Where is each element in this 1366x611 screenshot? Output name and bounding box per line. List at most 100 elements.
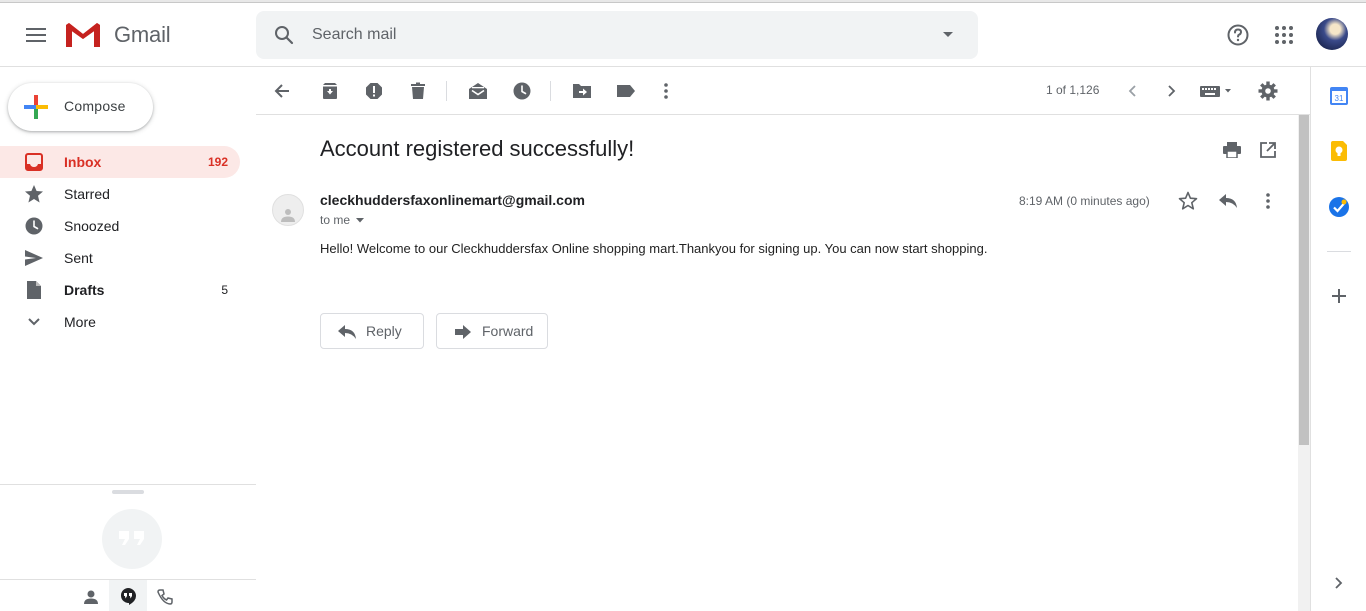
- app-name: Gmail: [114, 22, 171, 47]
- archive-button[interactable]: [314, 75, 346, 107]
- forward-icon: [453, 323, 473, 341]
- more-vert-icon: [1266, 193, 1270, 209]
- sidebar-item-label: Inbox: [64, 154, 102, 170]
- draft-icon: [24, 280, 44, 300]
- main-menu-button[interactable]: [16, 15, 56, 55]
- scrollbar[interactable]: [1298, 115, 1310, 611]
- tasks-addon-button[interactable]: [1329, 197, 1349, 217]
- more-actions-button[interactable]: [650, 75, 682, 107]
- search-input[interactable]: [312, 23, 912, 47]
- chevron-right-icon: [1168, 85, 1176, 97]
- recipient-details[interactable]: to me: [320, 213, 365, 227]
- sender-email[interactable]: cleckhuddersfaxonlinemart@gmail.com: [320, 192, 585, 208]
- chevron-down-icon: [24, 312, 44, 332]
- label-icon: [617, 85, 635, 97]
- sidebar-item-label: Drafts: [64, 282, 105, 298]
- reply-icon: [1219, 194, 1237, 208]
- scrollbar-thumb[interactable]: [1299, 115, 1309, 445]
- gmail-logo[interactable]: Gmail: [64, 19, 171, 51]
- search-icon[interactable]: [270, 21, 298, 49]
- sidebar-item-inbox[interactable]: Inbox 192: [0, 146, 240, 178]
- conversations-tab[interactable]: [109, 580, 147, 611]
- labels-button[interactable]: [610, 75, 642, 107]
- more-message-options-button[interactable]: [1256, 189, 1280, 213]
- print-icon: [1223, 142, 1241, 158]
- trash-icon: [411, 82, 425, 99]
- input-tools-button[interactable]: [1196, 75, 1236, 107]
- clock-icon: [24, 216, 44, 236]
- calendar-icon: 31: [1330, 87, 1348, 105]
- keep-bulb-icon: [1331, 141, 1347, 161]
- search-bar[interactable]: [256, 11, 978, 59]
- report-spam-icon: [366, 83, 382, 99]
- message-subject: Account registered successfully!: [320, 136, 635, 161]
- hangouts-panel: [0, 484, 256, 611]
- get-addons-button[interactable]: [1329, 286, 1349, 306]
- support-button[interactable]: [1218, 15, 1258, 55]
- gmail-m-icon: [66, 23, 100, 47]
- unread-count: 192: [207, 155, 228, 169]
- sidebar-item-starred[interactable]: Starred: [0, 178, 240, 210]
- inbox-icon: [24, 152, 44, 172]
- reply-label: Reply: [366, 323, 402, 339]
- compose-button[interactable]: Compose: [8, 83, 153, 131]
- sidebar-item-label: Sent: [64, 250, 93, 266]
- move-to-folder-icon: [573, 84, 591, 98]
- help-icon: [1227, 24, 1249, 46]
- archive-icon: [323, 83, 337, 99]
- newer-button[interactable]: [1116, 75, 1148, 107]
- person-icon: [84, 590, 98, 604]
- plus-icon: [24, 95, 48, 119]
- sidebar-item-snoozed[interactable]: Snoozed: [0, 210, 240, 242]
- message-timestamp: 8:19 AM (0 minutes ago): [1019, 194, 1150, 208]
- toolbar-divider: [550, 81, 551, 101]
- older-button[interactable]: [1156, 75, 1188, 107]
- contacts-tab[interactable]: [72, 580, 110, 611]
- print-button[interactable]: [1220, 138, 1244, 162]
- caret-down-icon: [356, 217, 365, 222]
- hangouts-chat-icon: [120, 588, 136, 605]
- forward-action-button[interactable]: Forward: [436, 313, 548, 349]
- report-spam-button[interactable]: [358, 75, 390, 107]
- recipient-label: to me: [320, 213, 351, 227]
- snooze-button[interactable]: [506, 75, 538, 107]
- sidebar-item-label: Snoozed: [64, 218, 120, 234]
- side-panel: 31: [1310, 67, 1366, 611]
- reply-button[interactable]: [1216, 189, 1240, 213]
- hide-side-panel-button[interactable]: [1329, 573, 1349, 593]
- account-avatar[interactable]: [1316, 18, 1348, 50]
- apps-button[interactable]: [1264, 15, 1304, 55]
- sidebar-nav: Inbox 192 Starred Snoozed Sent Drafts 5 …: [0, 146, 256, 338]
- reply-action-button[interactable]: Reply: [320, 313, 424, 349]
- delete-button[interactable]: [402, 75, 434, 107]
- hangouts-tabs: [0, 579, 256, 611]
- star-button[interactable]: [1176, 189, 1200, 213]
- tasks-check-icon: [1329, 197, 1349, 217]
- sidebar-item-drafts[interactable]: Drafts 5: [0, 274, 240, 306]
- message-body: Hello! Welcome to our Cleckhuddersfax On…: [320, 241, 988, 256]
- forward-label: Forward: [482, 323, 534, 339]
- hamburger-icon: [26, 28, 46, 42]
- mark-unread-icon: [469, 83, 487, 99]
- send-icon: [24, 248, 44, 268]
- phone-tab[interactable]: [146, 580, 184, 611]
- arrow-back-icon: [274, 84, 289, 98]
- sidebar-item-label: Starred: [64, 186, 110, 202]
- calendar-day: 31: [1335, 94, 1344, 103]
- toolbar-divider: [446, 81, 447, 101]
- calendar-addon-button[interactable]: 31: [1329, 85, 1349, 105]
- settings-button[interactable]: [1252, 75, 1284, 107]
- chevron-right-icon: [1335, 577, 1343, 589]
- mark-unread-button[interactable]: [462, 75, 494, 107]
- sidebar-item-more[interactable]: More: [0, 306, 240, 338]
- sidebar-item-sent[interactable]: Sent: [0, 242, 240, 274]
- open-new-window-button[interactable]: [1256, 138, 1280, 162]
- reply-icon: [337, 323, 357, 341]
- search-options-button[interactable]: [932, 23, 964, 47]
- plus-icon: [1332, 289, 1346, 303]
- pager-count: 1 of 1,126: [1046, 83, 1100, 97]
- keep-addon-button[interactable]: [1329, 141, 1349, 161]
- panel-resize-handle[interactable]: [112, 490, 144, 494]
- back-button[interactable]: [266, 75, 298, 107]
- move-to-button[interactable]: [566, 75, 598, 107]
